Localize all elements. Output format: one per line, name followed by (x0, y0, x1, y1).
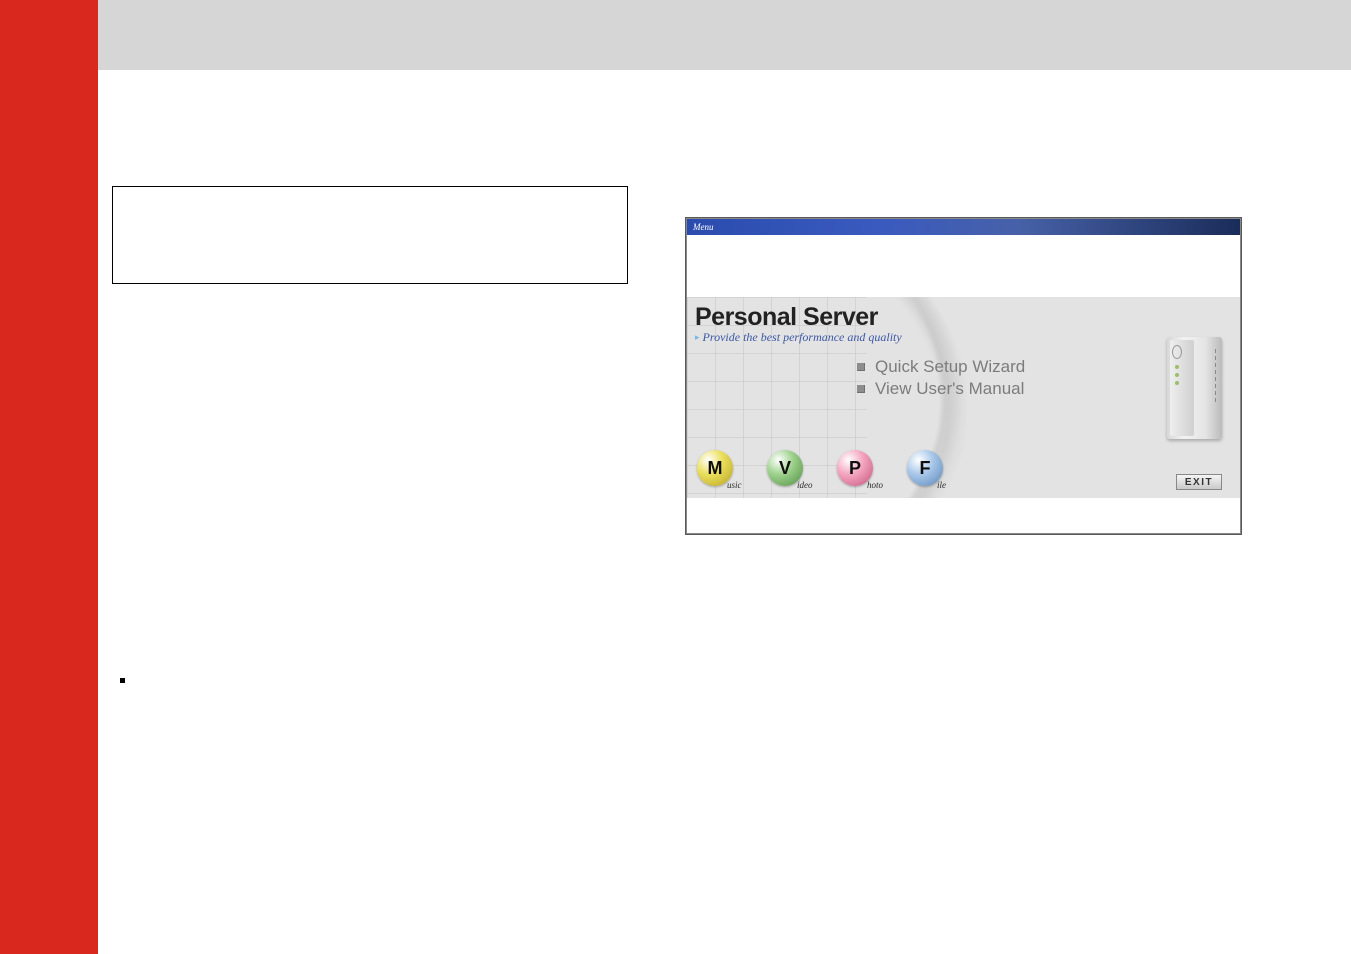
autorun-screenshot: Menu Personal Server Provide the best pe… (685, 217, 1242, 535)
device-vents (1215, 349, 1216, 402)
video-sublabel: ideo (797, 480, 813, 490)
file-badge[interactable]: F ile (907, 450, 959, 490)
led-icon (1175, 381, 1179, 385)
device-leds (1175, 365, 1179, 385)
quick-setup-wizard-link[interactable]: Quick Setup Wizard (857, 357, 1025, 377)
exit-button[interactable]: EXIT (1176, 474, 1222, 490)
footer-strip (687, 498, 1240, 533)
note-box (112, 186, 628, 284)
music-badge[interactable]: M usic (697, 450, 749, 490)
photo-sublabel: hoto (867, 480, 883, 490)
red-sidebar (0, 0, 98, 954)
led-icon (1175, 365, 1179, 369)
view-manual-label: View User's Manual (875, 379, 1024, 399)
device-logo-icon (1172, 345, 1182, 359)
video-badge[interactable]: V ideo (767, 450, 819, 490)
led-icon (1175, 373, 1179, 377)
device-illustration (1167, 337, 1222, 439)
menu-label[interactable]: Menu (693, 222, 714, 232)
bullet-icon (857, 385, 865, 393)
file-sublabel: ile (937, 480, 946, 490)
view-users-manual-link[interactable]: View User's Manual (857, 379, 1025, 399)
media-badges: M usic V ideo P hoto F ile (697, 450, 959, 490)
title-block: Personal Server Provide the best perform… (695, 303, 902, 345)
music-sublabel: usic (727, 480, 742, 490)
top-banner (98, 0, 1351, 70)
photo-badge[interactable]: P hoto (837, 450, 889, 490)
menu-links: Quick Setup Wizard View User's Manual (857, 355, 1025, 401)
header-strip (687, 235, 1240, 297)
bullet-icon (857, 363, 865, 371)
title-subtitle: Provide the best performance and quality (695, 330, 902, 345)
list-bullet (120, 678, 125, 683)
main-panel: Personal Server Provide the best perform… (687, 297, 1240, 498)
title-main: Personal Server (695, 303, 902, 332)
quick-setup-label: Quick Setup Wizard (875, 357, 1025, 377)
app-menu-bar[interactable]: Menu (687, 219, 1240, 235)
exit-label: EXIT (1185, 477, 1213, 488)
